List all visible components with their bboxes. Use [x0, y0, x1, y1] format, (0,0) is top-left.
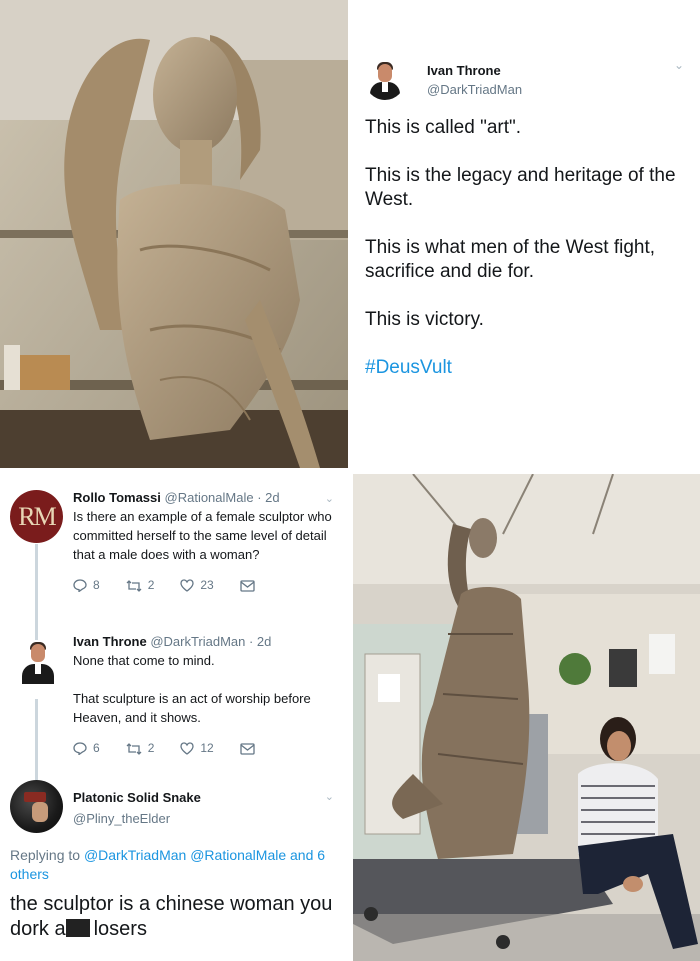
hashtag-link[interactable]: #DeusVult — [365, 356, 688, 380]
message-icon — [240, 742, 255, 755]
avatar[interactable] — [10, 780, 63, 833]
like-action[interactable]: 12 — [180, 739, 214, 758]
reply-ivan: Ivan Throne @DarkTriadMan · 2d None that… — [73, 632, 340, 758]
reply-text: Is there an example of a female sculptor… — [73, 509, 332, 562]
author-block: Ivan Throne @DarkTriadMan — [427, 63, 522, 97]
meme-collage: Ivan Throne @DarkTriadMan ⌄ This is call… — [0, 0, 700, 961]
tweet-actions: 8 2 23 — [73, 576, 340, 595]
reply-text: None that come to mind. — [73, 653, 215, 668]
reply-author-handle[interactable]: @RationalMale · 2d — [165, 490, 280, 505]
retweet-action[interactable]: 2 — [126, 739, 155, 758]
reply-action[interactable]: 8 — [73, 576, 100, 595]
chevron-down-icon[interactable]: ⌄ — [325, 788, 334, 807]
avatar[interactable] — [20, 640, 56, 684]
redaction-box — [65, 919, 90, 937]
author-handle[interactable]: @DarkTriadMan — [427, 82, 522, 97]
like-action[interactable]: 23 — [180, 576, 214, 595]
reply-count: 8 — [93, 578, 100, 592]
sculpture-photo-top — [0, 0, 348, 468]
studio-illustration — [353, 474, 700, 961]
studio-photo — [353, 474, 700, 961]
author-name[interactable]: Ivan Throne — [427, 63, 522, 78]
reply-snake-header: Platonic Solid Snake @Pliny_theElder ⌄ — [73, 788, 340, 828]
tweet-header: Ivan Throne @DarkTriadMan ⌄ — [365, 52, 700, 108]
like-icon — [180, 579, 195, 592]
reply-rollo: Rollo Tomassi @RationalMale · 2d ⌄ Is th… — [73, 488, 340, 595]
reply-author-name[interactable]: Rollo Tomassi — [73, 490, 161, 505]
thread-connector — [35, 699, 38, 789]
retweet-count: 2 — [147, 578, 155, 592]
chevron-down-icon[interactable]: ⌄ — [674, 58, 684, 72]
retweet-count: 2 — [147, 741, 155, 755]
reply-icon — [73, 579, 87, 592]
tweet-text: This is called "art". This is the legacy… — [365, 116, 700, 380]
thread-connector — [35, 544, 38, 648]
reply-action[interactable]: 6 — [73, 739, 100, 758]
main-tweet: Ivan Throne @DarkTriadMan ⌄ This is call… — [353, 0, 700, 468]
avatar[interactable] — [365, 60, 405, 100]
reply-count: 6 — [93, 741, 100, 755]
reply-author-handle[interactable]: @DarkTriadMan · 2d — [150, 634, 271, 649]
tweet-line: This is what men of the West fight, sacr… — [365, 237, 656, 282]
retweet-action[interactable]: 2 — [126, 576, 155, 595]
reply-author-name[interactable]: Ivan Throne — [73, 634, 147, 649]
avatar[interactable]: RM — [10, 490, 63, 543]
replying-prefix: Replying to — [10, 847, 81, 863]
reply-icon — [73, 742, 87, 755]
tweet-line: This is the legacy and heritage of the W… — [365, 165, 676, 210]
reply-author-name[interactable]: Platonic Solid Snake — [73, 788, 340, 807]
message-action[interactable] — [240, 742, 261, 755]
reply-text-part: losers — [93, 918, 147, 940]
reply-author-handle[interactable]: @Pliny_theElder — [73, 809, 340, 828]
reply-thread: RM Rollo Tomassi @RationalMale · 2d ⌄ Is… — [0, 474, 350, 961]
chevron-down-icon[interactable]: ⌄ — [325, 490, 334, 509]
tweet-actions: 6 2 12 — [73, 739, 340, 758]
like-count: 23 — [200, 578, 214, 592]
reply-text-part: the sculptor is a chinese woman you dork… — [10, 893, 333, 940]
retweet-icon — [126, 579, 142, 592]
reply-text-large: the sculptor is a chinese woman you dork… — [10, 892, 345, 942]
tweet-line: This is called "art". — [365, 117, 522, 138]
reply-text: That sculpture is an act of worship befo… — [73, 691, 311, 725]
message-icon — [240, 579, 255, 592]
retweet-icon — [126, 742, 142, 755]
like-count: 12 — [200, 741, 214, 755]
sculpture-illustration — [0, 0, 348, 468]
replying-to: Replying to @DarkTriadMan @RationalMale … — [10, 846, 340, 884]
like-icon — [180, 742, 195, 755]
tweet-line: This is victory. — [365, 309, 484, 330]
message-action[interactable] — [240, 579, 261, 592]
